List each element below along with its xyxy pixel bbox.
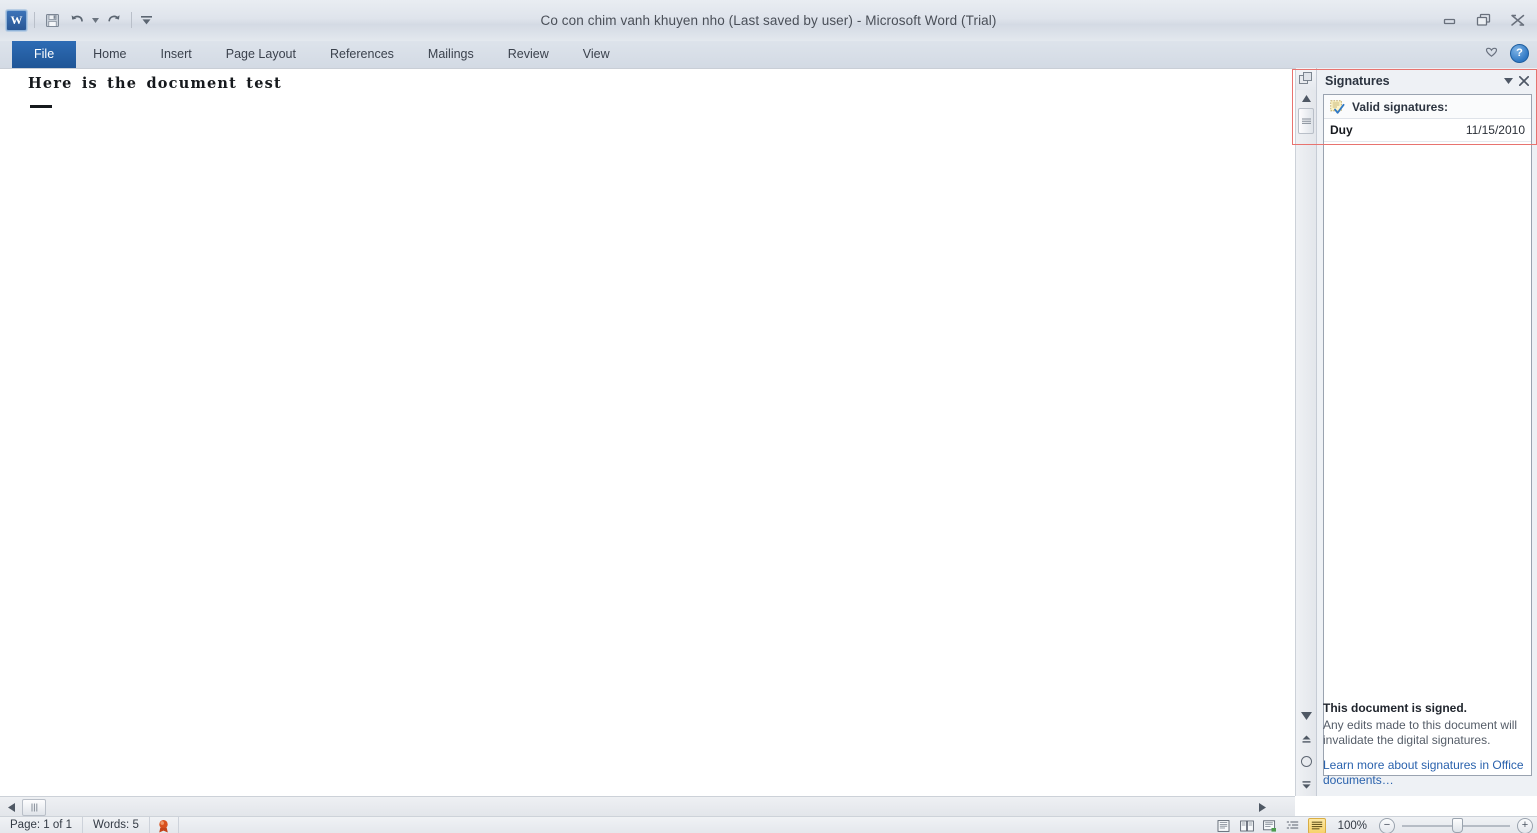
zoom-level-label[interactable]: 100%	[1333, 820, 1372, 832]
title-bar: W Co con chim vanh khuyen nho (Last save…	[0, 0, 1537, 42]
learn-more-link[interactable]: Learn more about signatures in Office do…	[1323, 758, 1526, 788]
task-pane-options-chevron-down-icon[interactable]	[1500, 75, 1516, 87]
tab-view[interactable]: View	[566, 41, 627, 68]
tab-review[interactable]: Review	[491, 41, 566, 68]
scroll-up-arrow-icon[interactable]	[1296, 90, 1316, 107]
previous-page-icon[interactable]	[1296, 727, 1316, 750]
window-controls	[1441, 12, 1527, 28]
signature-signer-name: Duy	[1330, 123, 1353, 137]
signature-list-item[interactable]: Duy 11/15/2010	[1324, 119, 1531, 142]
document-body-text: Here is the document test	[28, 75, 282, 92]
task-pane-footer: This document is signed. Any edits made …	[1323, 701, 1526, 788]
minimize-icon[interactable]	[1441, 12, 1459, 28]
tab-references[interactable]: References	[313, 41, 411, 68]
zoom-in-button[interactable]: +	[1517, 817, 1533, 833]
signature-line-mark	[30, 105, 52, 108]
view-outline-icon[interactable]	[1285, 819, 1301, 833]
minimize-ribbon-chevron-down-icon[interactable]	[1485, 47, 1498, 61]
task-pane-title: Signatures	[1325, 74, 1390, 88]
tab-home[interactable]: Home	[76, 41, 143, 68]
vertical-scroll-bottom-buttons	[1296, 704, 1316, 796]
vertical-scrollbar[interactable]	[1295, 68, 1316, 796]
status-page-number[interactable]: Page: 1 of 1	[0, 817, 84, 833]
ribbon-tabs: File Home Insert Page Layout References …	[0, 41, 627, 68]
status-right-controls: 100% − +	[1216, 817, 1533, 833]
certificate-icon	[1330, 99, 1345, 114]
select-browse-object-top-icon[interactable]	[1296, 68, 1316, 90]
horizontal-scrollbar[interactable]	[0, 796, 1295, 817]
scroll-down-arrow-icon[interactable]	[1296, 704, 1316, 727]
tab-page-layout[interactable]: Page Layout	[209, 41, 313, 68]
task-pane-header: Signatures	[1317, 68, 1537, 94]
signature-group-label: Valid signatures:	[1352, 99, 1449, 114]
view-draft-icon[interactable]	[1307, 817, 1326, 833]
view-web-layout-icon[interactable]	[1262, 819, 1278, 833]
tab-mailings[interactable]: Mailings	[411, 41, 491, 68]
view-full-screen-reading-icon[interactable]	[1239, 819, 1255, 833]
close-icon[interactable]	[1509, 12, 1527, 28]
signature-date: 11/15/2010	[1465, 123, 1525, 137]
signatures-task-pane: Signatures Valid signatures: Duy 11/15/2…	[1316, 68, 1537, 796]
zoom-slider[interactable]	[1402, 818, 1510, 833]
ribbon-right-controls: ?	[1485, 44, 1529, 63]
vertical-scroll-thumb[interactable]	[1298, 108, 1314, 134]
select-browse-object-icon[interactable]	[1296, 750, 1316, 773]
status-word-count[interactable]: Words: 5	[83, 817, 150, 833]
signed-status-heading: This document is signed.	[1323, 701, 1468, 715]
ribbon-tab-strip: File Home Insert Page Layout References …	[0, 41, 1537, 70]
signed-status-description: Any edits made to this document will inv…	[1323, 718, 1518, 747]
status-bar: Page: 1 of 1 Words: 5 100% − +	[0, 816, 1537, 833]
signature-group-header: Valid signatures:	[1324, 95, 1531, 119]
tab-file[interactable]: File	[12, 41, 77, 68]
task-pane-close-icon[interactable]	[1516, 74, 1532, 89]
scroll-left-arrow-icon[interactable]	[2, 798, 20, 816]
signature-list[interactable]: Valid signatures: Duy 11/15/2010	[1323, 94, 1532, 776]
window-title: Co con chim vanh khuyen nho (Last saved …	[540, 13, 997, 28]
word-application-window: W Co con chim vanh khuyen nho (Last save…	[0, 0, 1537, 833]
tab-insert[interactable]: Insert	[144, 41, 209, 68]
restore-icon[interactable]	[1475, 12, 1493, 28]
scroll-right-arrow-icon[interactable]	[1253, 798, 1271, 816]
help-icon[interactable]: ?	[1510, 44, 1529, 63]
next-page-icon[interactable]	[1296, 773, 1316, 796]
zoom-out-button[interactable]: −	[1379, 817, 1395, 833]
zoom-slider-thumb[interactable]	[1452, 818, 1463, 833]
view-print-layout-icon[interactable]	[1216, 819, 1232, 833]
horizontal-scroll-thumb[interactable]	[22, 798, 46, 816]
document-canvas[interactable]: Here is the document test	[0, 68, 1295, 797]
signature-seal-icon[interactable]	[150, 817, 179, 833]
